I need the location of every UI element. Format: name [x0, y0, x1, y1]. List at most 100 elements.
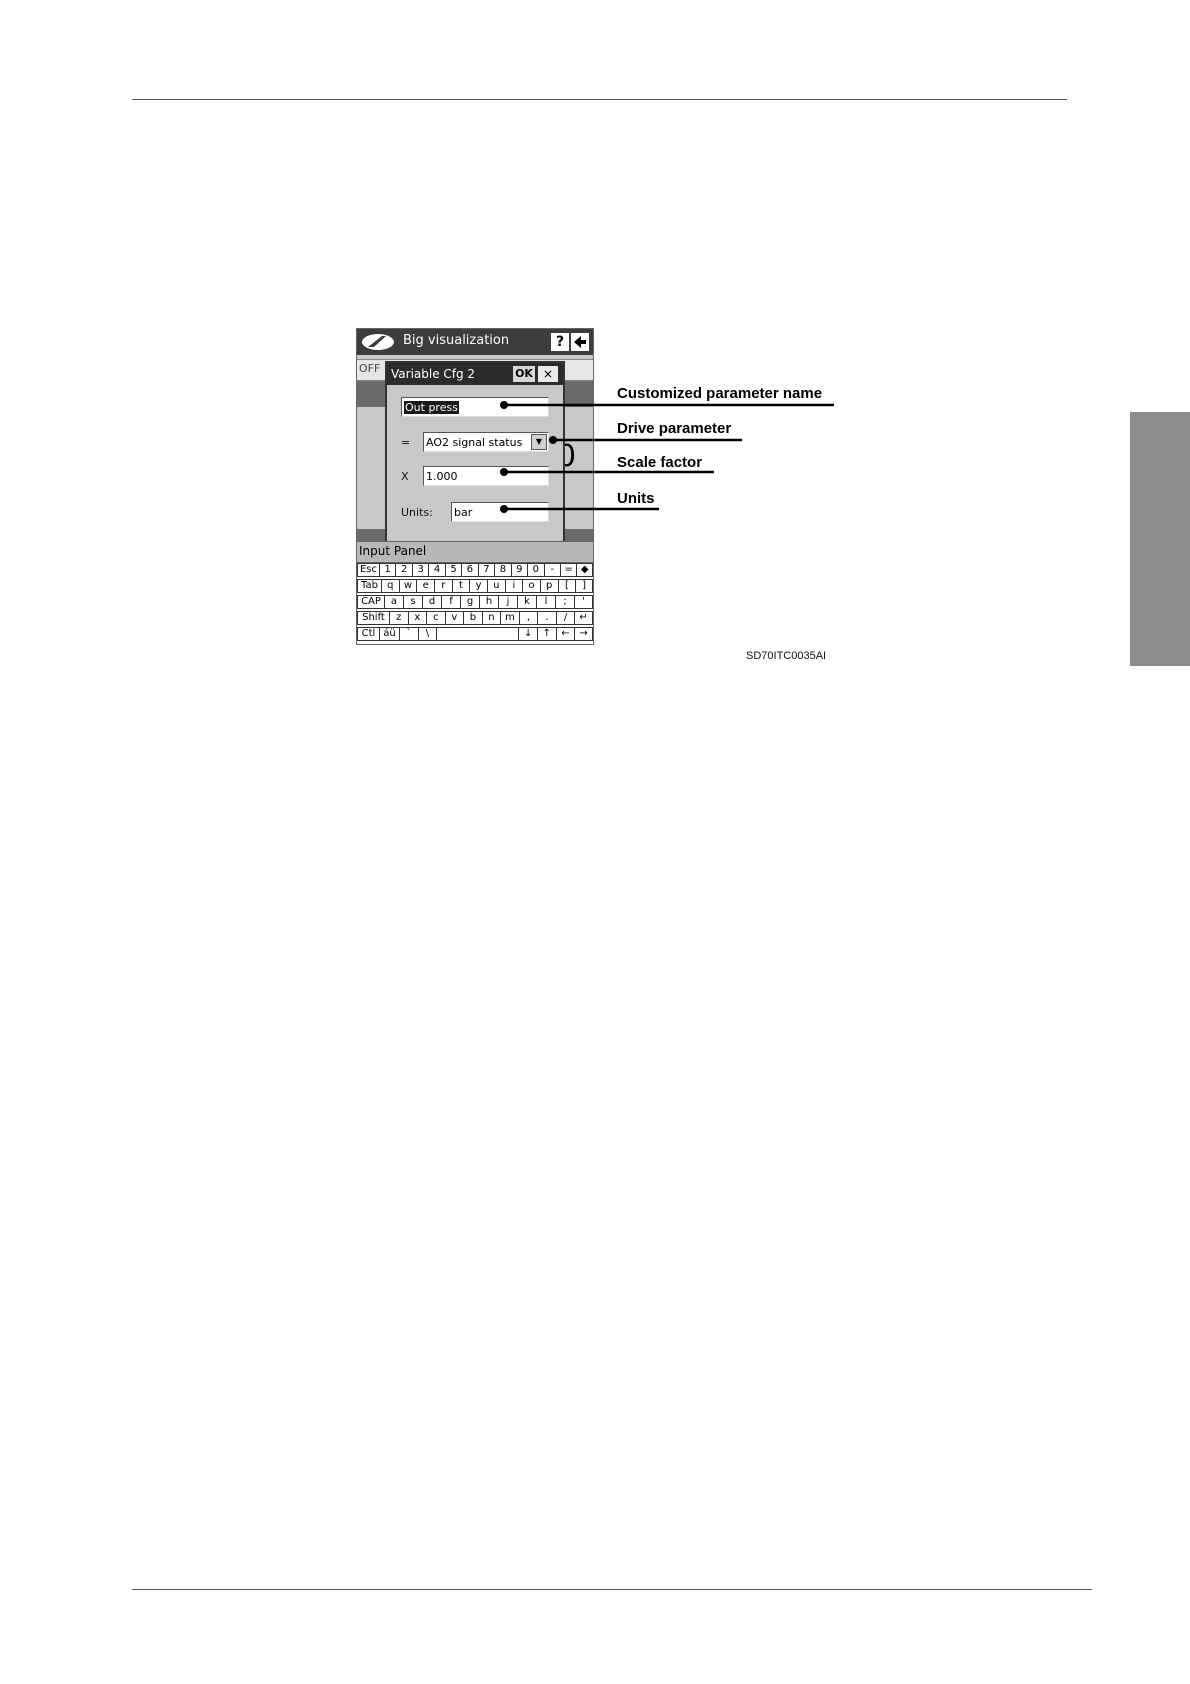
keyboard-row: Shift z x c v b n m,. / ↵	[357, 611, 593, 626]
keyboard-key[interactable]: j	[498, 595, 517, 609]
dialog-title: Variable Cfg 2	[391, 367, 476, 381]
keyboard-key[interactable]: →	[574, 627, 593, 641]
input-panel: Input Panel Esc 1 2 3 4 5 6 7 8 9 0- = ◆ Tab q w e r t y u i o…	[357, 541, 593, 644]
keyboard-key[interactable]: 6	[461, 563, 478, 577]
keyboard-key[interactable]: ]	[575, 579, 593, 593]
input-panel-title: Input Panel	[359, 544, 427, 558]
keyboard-key[interactable]: ←	[555, 627, 575, 641]
scale-factor-value: 1.000	[426, 470, 458, 483]
callout-scale-factor: Scale factor	[617, 454, 703, 471]
section-tab	[1130, 412, 1190, 666]
keyboard-row: Ctl áü ` \ ↓ ↑ ← →	[357, 627, 593, 642]
drive-parameter-value: AO2 signal status	[426, 436, 523, 449]
keyboard-key[interactable]: r	[433, 579, 452, 593]
device-screenshot: Big visualization ? OFF 0 Variable Cfg 2…	[356, 328, 594, 645]
keyboard-key[interactable]: Ctl	[357, 627, 379, 641]
figure-code: SD70ITC0035AI	[746, 650, 827, 662]
keyboard-key[interactable]: CAP	[357, 595, 384, 609]
keyboard-key[interactable]: t	[451, 579, 470, 593]
keyboard-key[interactable]: 4	[428, 563, 445, 577]
key-space[interactable]	[436, 627, 519, 641]
scale-prefix-label: X	[401, 470, 409, 483]
keyboard-key[interactable]: i	[504, 579, 523, 593]
keyboard-key[interactable]: 0	[527, 563, 544, 577]
callout-units: Units	[617, 490, 655, 507]
param-equals-label: =	[401, 436, 411, 449]
keyboard-key[interactable]: k	[517, 595, 536, 609]
keyboard-key[interactable]: d	[422, 595, 441, 609]
keyboard-key[interactable]: h	[479, 595, 498, 609]
help-icon[interactable]: ?	[551, 333, 569, 351]
keyboard-key[interactable]: Esc	[357, 563, 379, 577]
keyboard-key[interactable]: -	[543, 563, 560, 577]
keyboard-key[interactable]: v	[444, 611, 464, 625]
keyboard-key[interactable]: 3	[411, 563, 429, 577]
logo-icon	[362, 334, 394, 350]
keyboard-key[interactable]: a	[384, 595, 403, 609]
variable-config-dialog: Variable Cfg 2 OK × Out press = AO2 sign…	[385, 361, 565, 547]
keyboard-key[interactable]: g	[460, 595, 479, 609]
keyboard-key[interactable]: n	[481, 611, 501, 625]
keyboard-key[interactable]: p	[539, 579, 558, 593]
off-label: OFF	[359, 362, 381, 375]
keyboard-key[interactable]: 7	[477, 563, 495, 577]
keyboard-key[interactable]: ;	[555, 595, 574, 609]
keyboard-key[interactable]: u	[486, 579, 505, 593]
keyboard-row: Tab q w e r t y u i o p[]	[357, 579, 593, 594]
keyboard-key[interactable]: '	[574, 595, 593, 609]
keyboard-row: Esc 1 2 3 4 5 6 7 8 9 0- = ◆	[357, 563, 593, 578]
keyboard-key[interactable]: y	[469, 579, 487, 593]
parameter-name-field[interactable]: Out press	[401, 397, 549, 417]
keyboard-key[interactable]: s	[403, 595, 422, 609]
keyboard-key[interactable]: ↑	[536, 627, 556, 641]
callout-parameter-name: Customized parameter name	[617, 385, 823, 402]
drive-parameter-select[interactable]: AO2 signal status ▼	[423, 432, 549, 452]
units-label: Units:	[401, 506, 433, 519]
keyboard-key[interactable]: ↵	[574, 611, 593, 625]
app-titlebar: Big visualization ?	[357, 329, 593, 355]
keyboard-key[interactable]: w	[398, 579, 417, 593]
keyboard-key[interactable]: f	[441, 595, 460, 609]
keyboard-key[interactable]: `	[399, 627, 418, 641]
keyboard-key[interactable]: /	[555, 611, 575, 625]
back-arrow-icon[interactable]	[571, 333, 589, 351]
keyboard-key[interactable]: Tab	[357, 579, 381, 593]
keyboard-key[interactable]: ◆	[576, 563, 593, 577]
keyboard-key[interactable]: c	[426, 611, 445, 625]
input-panel-titlebar: Input Panel	[357, 541, 593, 563]
units-value: bar	[454, 506, 473, 519]
scale-factor-field[interactable]: 1.000	[423, 466, 549, 486]
keyboard-key[interactable]: z	[389, 611, 408, 625]
keyboard-key[interactable]: b	[463, 611, 482, 625]
units-field[interactable]: bar	[451, 502, 549, 522]
keyboard-key[interactable]: q	[381, 579, 399, 593]
keyboard-key[interactable]: =	[559, 563, 577, 577]
app-title: Big visualization	[403, 333, 510, 348]
keyboard-key[interactable]: 1	[379, 563, 396, 577]
keyboard-key[interactable]: x	[407, 611, 427, 625]
keyboard-key[interactable]: 8	[494, 563, 511, 577]
header-rule	[132, 99, 1067, 100]
keyboard-key[interactable]: m	[500, 611, 519, 625]
keyboard-key[interactable]: áü	[379, 627, 399, 641]
close-button[interactable]: ×	[538, 366, 558, 382]
callout-drive-parameter: Drive parameter	[617, 420, 732, 437]
keyboard-key[interactable]: Shift	[357, 611, 389, 625]
footer-rule	[132, 1589, 1092, 1590]
keyboard-key[interactable]: e	[416, 579, 434, 593]
keyboard-key[interactable]: ,	[518, 611, 538, 625]
keyboard-key[interactable]: .	[537, 611, 556, 625]
keyboard-key[interactable]: \	[417, 627, 437, 641]
dialog-titlebar: Variable Cfg 2 OK ×	[387, 363, 563, 385]
parameter-name-value: Out press	[404, 401, 459, 414]
keyboard-key[interactable]: o	[522, 579, 540, 593]
keyboard-key[interactable]: 9	[510, 563, 528, 577]
leader-lines	[500, 401, 834, 513]
keyboard-key[interactable]: [	[557, 579, 576, 593]
keyboard-key[interactable]: 5	[444, 563, 462, 577]
keyboard-key[interactable]: l	[536, 595, 555, 609]
keyboard-key[interactable]: ↓	[518, 627, 537, 641]
keyboard-key[interactable]: 2	[395, 563, 412, 577]
ok-button[interactable]: OK	[513, 366, 535, 382]
chevron-down-icon[interactable]: ▼	[531, 434, 547, 450]
